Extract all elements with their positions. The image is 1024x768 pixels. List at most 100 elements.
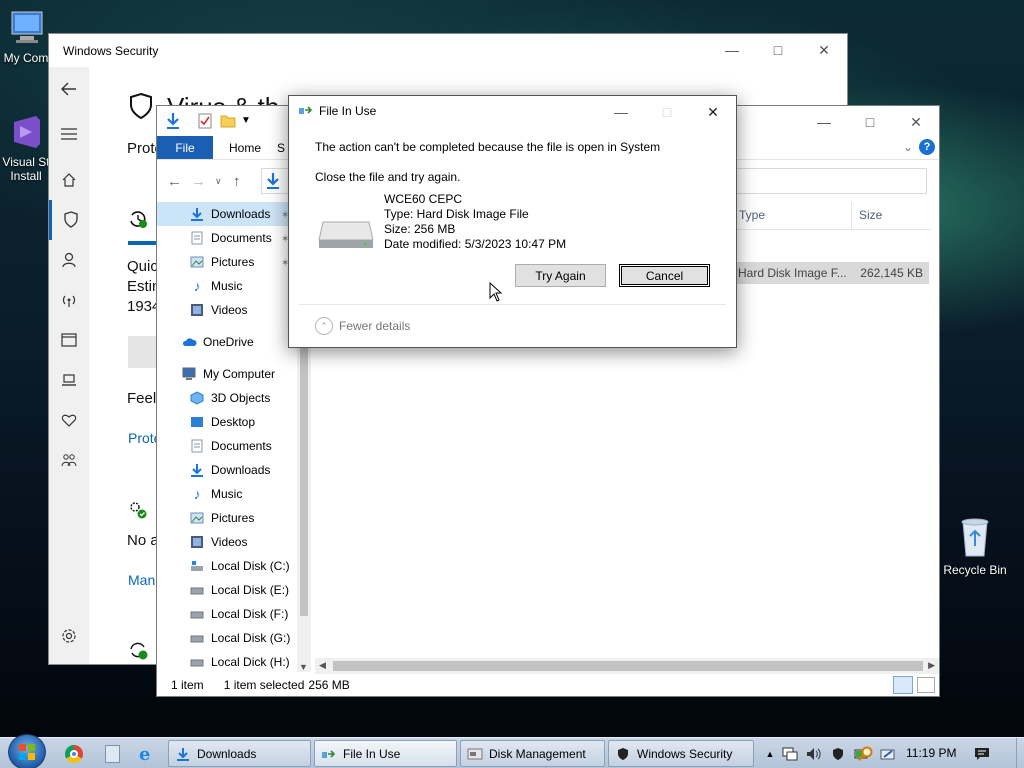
nav-item-3d-objects[interactable]: 3D Objects: [157, 386, 297, 410]
device-security-icon[interactable]: [49, 360, 89, 400]
pictures-icon: [189, 510, 205, 526]
nav-item-pictures[interactable]: Pictures: [157, 250, 297, 274]
quick-scan-text: Quic: [127, 258, 158, 275]
maximize-button[interactable]: □: [755, 34, 801, 66]
nav-item-music-2[interactable]: ♪ Music: [157, 482, 297, 506]
minimize-button[interactable]: —: [598, 96, 644, 128]
family-icon[interactable]: [49, 440, 89, 480]
try-again-button[interactable]: Try Again: [515, 264, 606, 287]
close-button[interactable]: ✕: [893, 106, 939, 138]
settings-gear-icon[interactable]: [49, 616, 89, 656]
taskbar-button-file-in-use[interactable]: File In Use: [314, 740, 457, 767]
nav-item-pictures-2[interactable]: Pictures: [157, 506, 297, 530]
nav-label: Downloads: [211, 463, 271, 477]
chrome-icon[interactable]: [65, 745, 83, 763]
recent-locations-icon[interactable]: ∨: [215, 176, 233, 187]
cancel-scan-button[interactable]: [128, 336, 158, 368]
cancel-button[interactable]: Cancel: [619, 264, 710, 287]
forward-icon[interactable]: →: [191, 173, 215, 190]
nav-item-local-disk-e[interactable]: Local Disk (E:): [157, 578, 297, 602]
fewer-details-toggle[interactable]: ⌃ Fewer details: [315, 317, 410, 335]
scroll-right-icon[interactable]: ▶: [928, 660, 935, 671]
nav-item-local-disk-f[interactable]: Local Disk (F:): [157, 602, 297, 626]
details-view-icon[interactable]: [893, 676, 913, 694]
nav-item-desktop[interactable]: Desktop: [157, 410, 297, 434]
nav-label: OneDrive: [203, 335, 254, 349]
taskbar-button-label: Windows Security: [637, 746, 733, 761]
back-icon[interactable]: ←: [167, 173, 191, 190]
drive-icon: [189, 654, 205, 670]
tab-home[interactable]: Home: [213, 136, 277, 159]
documents-icon: [189, 230, 205, 246]
nav-item-documents-2[interactable]: Documents: [157, 434, 297, 458]
desktop-icon-my-computer[interactable]: My Com: [0, 8, 52, 65]
network-icon[interactable]: [780, 745, 800, 763]
pen-icon[interactable]: [878, 745, 898, 763]
nav-item-onedrive[interactable]: OneDrive: [157, 330, 297, 354]
shield-icon[interactable]: [49, 200, 89, 240]
taskbar-button-disk-management[interactable]: Disk Management: [460, 740, 605, 767]
desktop-icon-visual-studio-installer[interactable]: Visual St Install: [0, 112, 52, 183]
tab-file[interactable]: File: [157, 136, 213, 159]
back-icon[interactable]: [49, 69, 89, 109]
column-header-type[interactable]: Type: [739, 208, 765, 222]
manage-settings-link[interactable]: Man: [128, 572, 155, 588]
nav-item-downloads-2[interactable]: Downloads: [157, 458, 297, 482]
account-icon[interactable]: [49, 240, 89, 280]
nav-label: Local Disk (F:): [211, 607, 289, 621]
clock[interactable]: 11:19 PM: [906, 746, 956, 760]
properties-icon[interactable]: [197, 113, 213, 132]
show-desktop-button[interactable]: [1016, 738, 1024, 768]
close-button[interactable]: ✕: [801, 34, 847, 66]
app-browser-icon[interactable]: [49, 320, 89, 360]
close-button[interactable]: ✕: [690, 96, 736, 128]
minimize-button[interactable]: —: [801, 106, 847, 138]
health-heart-icon[interactable]: [49, 400, 89, 440]
taskbar-button-windows-security[interactable]: Windows Security: [608, 740, 754, 767]
nav-item-local-disk-c[interactable]: Local Disk (C:): [157, 554, 297, 578]
hamburger-menu-icon[interactable]: [49, 114, 89, 154]
nav-item-videos-2[interactable]: Videos: [157, 530, 297, 554]
file-type: Hard Disk Image F...: [738, 266, 847, 280]
nav-item-documents[interactable]: Documents: [157, 226, 297, 250]
nav-item-local-disk-g[interactable]: Local Disk (G:): [157, 626, 297, 650]
show-hidden-icons-icon[interactable]: ▲: [760, 745, 780, 763]
desktop-icon-recycle-bin[interactable]: Recycle Bin: [940, 512, 1010, 577]
maximize-button[interactable]: □: [847, 106, 893, 138]
horizontal-scrollbar[interactable]: ◀ ▶: [315, 658, 939, 674]
nav-label: Documents: [211, 439, 272, 453]
new-folder-icon[interactable]: [220, 114, 236, 131]
action-center-icon[interactable]: [972, 745, 992, 763]
column-header-size[interactable]: Size: [859, 208, 882, 222]
start-button[interactable]: [8, 734, 46, 768]
ribbon-expand-icon[interactable]: ⌄: [903, 140, 913, 154]
security-shield-icon[interactable]: [828, 745, 848, 763]
horizontal-scrollbar-thumb[interactable]: [333, 661, 923, 671]
nav-item-local-disk-h[interactable]: Local Dick (H:): [157, 650, 297, 672]
selected-count: 1 item selected: [223, 678, 305, 692]
maximize-button[interactable]: □: [644, 96, 690, 128]
minimize-button[interactable]: —: [709, 34, 755, 66]
nav-item-videos[interactable]: Videos: [157, 298, 297, 322]
wireless-icon[interactable]: [49, 280, 89, 320]
scroll-down-icon[interactable]: ▼: [299, 662, 308, 672]
nav-item-music[interactable]: ♪ Music: [157, 274, 297, 298]
internet-explorer-icon[interactable]: e: [139, 744, 150, 765]
magnifier-icon[interactable]: [856, 745, 876, 763]
scroll-left-icon[interactable]: ◀: [319, 660, 326, 671]
nav-item-downloads[interactable]: Downloads: [157, 202, 297, 226]
virus-shield-icon: [128, 92, 154, 123]
notepad-icon[interactable]: [105, 745, 120, 763]
volume-icon[interactable]: [804, 745, 824, 763]
drive-icon: [189, 630, 205, 646]
cube-icon: [189, 390, 205, 406]
large-icons-view-icon[interactable]: [917, 677, 935, 693]
home-icon[interactable]: [49, 160, 89, 200]
taskbar-button-downloads[interactable]: Downloads: [168, 740, 311, 767]
disk-management-icon: [467, 746, 483, 762]
nav-item-my-computer[interactable]: My Computer: [157, 362, 297, 386]
quick-access-dropdown-icon[interactable]: ▼: [241, 115, 251, 126]
up-icon[interactable]: ↑: [233, 173, 253, 190]
help-icon[interactable]: ?: [919, 139, 935, 155]
videos-icon: [189, 534, 205, 550]
